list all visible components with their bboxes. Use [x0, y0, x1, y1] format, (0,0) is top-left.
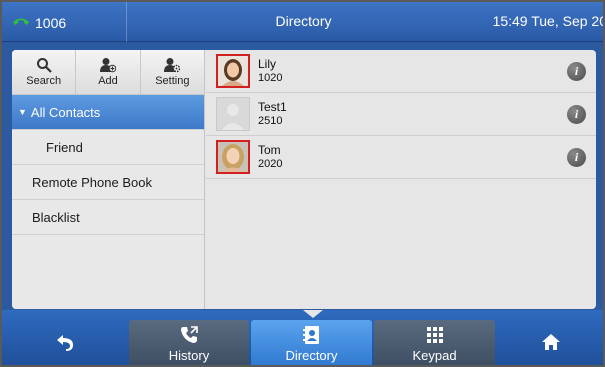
history-tab[interactable]: History [129, 320, 249, 365]
sidebar-item-label: Remote Phone Book [32, 174, 152, 190]
add-contact-button[interactable]: Add [76, 50, 141, 94]
date-time: 15:49 Tue, Sep 20 [492, 13, 605, 29]
expand-triangle-icon: ▼ [18, 107, 27, 117]
bottom-softkey-bar: History Directory Keypad [2, 310, 603, 365]
keypad-tab[interactable]: Keypad [374, 320, 495, 365]
directory-toolbar: Search Add Setting [12, 50, 204, 95]
search-button[interactable]: Search [12, 50, 77, 94]
contact-settings-icon [164, 58, 181, 73]
contact-list: Lily 1020 i Test1 2510 i Tom 2020 i [206, 50, 596, 309]
default-avatar-icon [217, 98, 249, 130]
contact-avatar [216, 97, 250, 131]
active-tab-pointer [303, 310, 323, 318]
sidebar-item-friend[interactable]: Friend [12, 130, 204, 165]
contact-avatar [216, 54, 250, 88]
keypad-icon [426, 326, 443, 343]
female-photo-icon [218, 56, 248, 86]
contact-number: 1020 [258, 72, 283, 84]
sidebar-item-label: All Contacts [30, 104, 101, 120]
keypad-label: Keypad [412, 347, 457, 363]
contact-number: 2020 [258, 158, 283, 170]
phone-screen: 1006 Directory 15:49 Tue, Sep 20 Search [0, 0, 605, 367]
contact-row[interactable]: Lily 1020 i [206, 50, 596, 93]
contact-row[interactable]: Test1 2510 i [206, 93, 596, 136]
add-contact-icon [99, 58, 116, 73]
info-icon[interactable]: i [567, 105, 586, 124]
back-arrow-icon [56, 335, 73, 351]
directory-book-icon [302, 325, 319, 344]
sidebar-item-label: Blacklist [32, 209, 80, 225]
info-icon[interactable]: i [567, 148, 586, 167]
contact-number: 2510 [258, 115, 283, 127]
directory-label: Directory [285, 347, 338, 363]
setting-button[interactable]: Setting [141, 50, 204, 94]
search-icon [36, 58, 52, 73]
add-label: Add [98, 75, 118, 87]
contact-avatar [216, 140, 250, 174]
directory-panel: Search Add Setting ▼ All Contacts Friend… [12, 50, 596, 309]
contact-name: Test1 [258, 100, 287, 114]
call-history-icon [181, 325, 198, 343]
search-label: Search [26, 75, 62, 87]
directory-sidebar: Search Add Setting ▼ All Contacts Friend… [12, 50, 205, 309]
female-photo-icon [218, 142, 248, 172]
sidebar-item-remote-phone-book[interactable]: Remote Phone Book [12, 165, 204, 200]
directory-tab[interactable]: Directory [251, 320, 372, 365]
sidebar-item-all-contacts[interactable]: ▼ All Contacts [12, 95, 204, 130]
back-button[interactable] [2, 320, 127, 365]
history-label: History [168, 347, 210, 363]
setting-label: Setting [155, 75, 190, 87]
home-icon [541, 334, 560, 350]
top-status-bar: 1006 Directory 15:49 Tue, Sep 20 [2, 2, 605, 42]
info-icon[interactable]: i [567, 62, 586, 81]
sidebar-item-label: Friend [46, 139, 83, 155]
contact-name: Tom [258, 143, 281, 157]
contact-name: Lily [258, 57, 277, 71]
sidebar-item-blacklist[interactable]: Blacklist [12, 200, 204, 235]
contact-row[interactable]: Tom 2020 i [206, 136, 596, 179]
home-button[interactable] [496, 320, 603, 365]
